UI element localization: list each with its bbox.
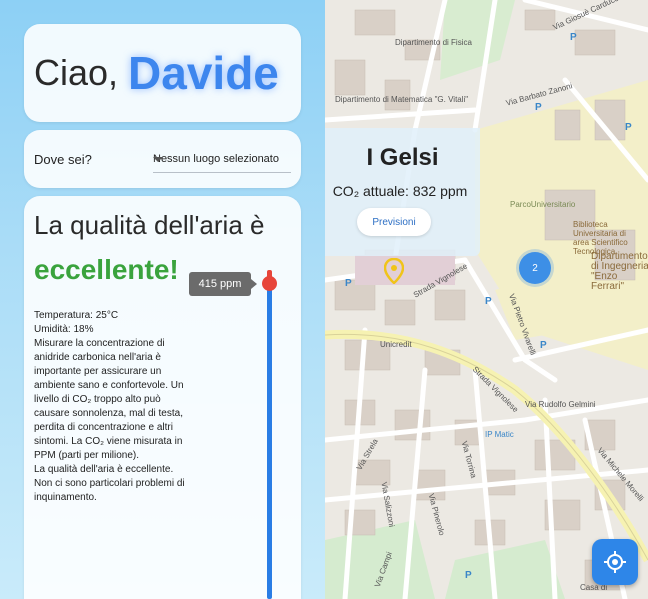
co2-meter-handle bbox=[262, 276, 277, 291]
map-label-rudolfo: Via Rudolfo Gelmini bbox=[525, 400, 596, 409]
air-quality-card: La qualità dell'aria è eccellente! Tempe… bbox=[24, 196, 301, 599]
parking-icon: P bbox=[570, 32, 577, 43]
map-view[interactable]: Dipartimento di Fisica Dipartimento di M… bbox=[325, 0, 648, 599]
parking-icon: P bbox=[485, 296, 492, 307]
crosshair-icon bbox=[604, 551, 626, 573]
quality-summary-text: La qualità dell'aria è eccellente. Non c… bbox=[34, 464, 185, 503]
my-location-button[interactable] bbox=[592, 539, 638, 585]
humidity-text: Umidità: 18% bbox=[34, 324, 94, 335]
forecast-button[interactable]: Previsioni bbox=[357, 208, 431, 236]
air-quality-title: La qualità dell'aria è bbox=[34, 210, 265, 240]
user-name: Davide bbox=[128, 47, 279, 99]
parking-icon: P bbox=[535, 102, 542, 113]
parking-icon: P bbox=[345, 278, 352, 289]
map-label-ipmatic: IP Matic bbox=[485, 430, 514, 439]
location-label: Dove sei? bbox=[34, 152, 92, 167]
chevron-down-icon bbox=[153, 157, 163, 162]
location-selected-value: Nessun luogo selezionato bbox=[153, 153, 279, 165]
popup-title: I Gelsi bbox=[366, 144, 439, 171]
popup-co2: CO₂ attuale: 832 ppm bbox=[332, 183, 468, 199]
location-card: Dove sei? Nessun luogo selezionato bbox=[24, 130, 301, 188]
parking-icon: P bbox=[540, 340, 547, 351]
air-quality-rating: eccellente! bbox=[34, 254, 179, 285]
map-cluster-marker[interactable]: 2 bbox=[519, 252, 551, 284]
co2-meter-track bbox=[267, 282, 272, 599]
greeting-text: Ciao, bbox=[34, 52, 119, 93]
parking-icon: P bbox=[625, 122, 632, 133]
map-label-matematica: Dipartimento di Matematica "G. Vitali" bbox=[335, 95, 469, 104]
parking-icon: P bbox=[465, 570, 472, 581]
left-panel: Ciao, Davide Dove sei? Nessun luogo sele… bbox=[0, 0, 325, 599]
temperature-text: Temperatura: 25°C bbox=[34, 310, 119, 321]
map-label-ingegneria: Dipartimento di Ingegneria "Enzo Ferrari… bbox=[591, 251, 648, 292]
map-label-parco: ParcoUniversitario bbox=[510, 200, 576, 209]
air-quality-description: Temperatura: 25°C Umidità: 18% Misurare … bbox=[34, 309, 194, 505]
location-select[interactable]: Nessun luogo selezionato bbox=[153, 151, 291, 173]
map-label-unicredit: Unicredit bbox=[380, 340, 412, 349]
location-popup: I Gelsi CO₂ attuale: 832 ppm Previsioni bbox=[325, 128, 480, 256]
location-pin-icon[interactable] bbox=[383, 257, 405, 285]
description-text: Misurare la concentrazione di anidride c… bbox=[34, 338, 184, 461]
greeting-card: Ciao, Davide bbox=[24, 24, 301, 122]
ppm-tooltip: 415 ppm bbox=[189, 272, 257, 296]
map-label-fisica: Dipartimento di Fisica bbox=[395, 38, 472, 47]
